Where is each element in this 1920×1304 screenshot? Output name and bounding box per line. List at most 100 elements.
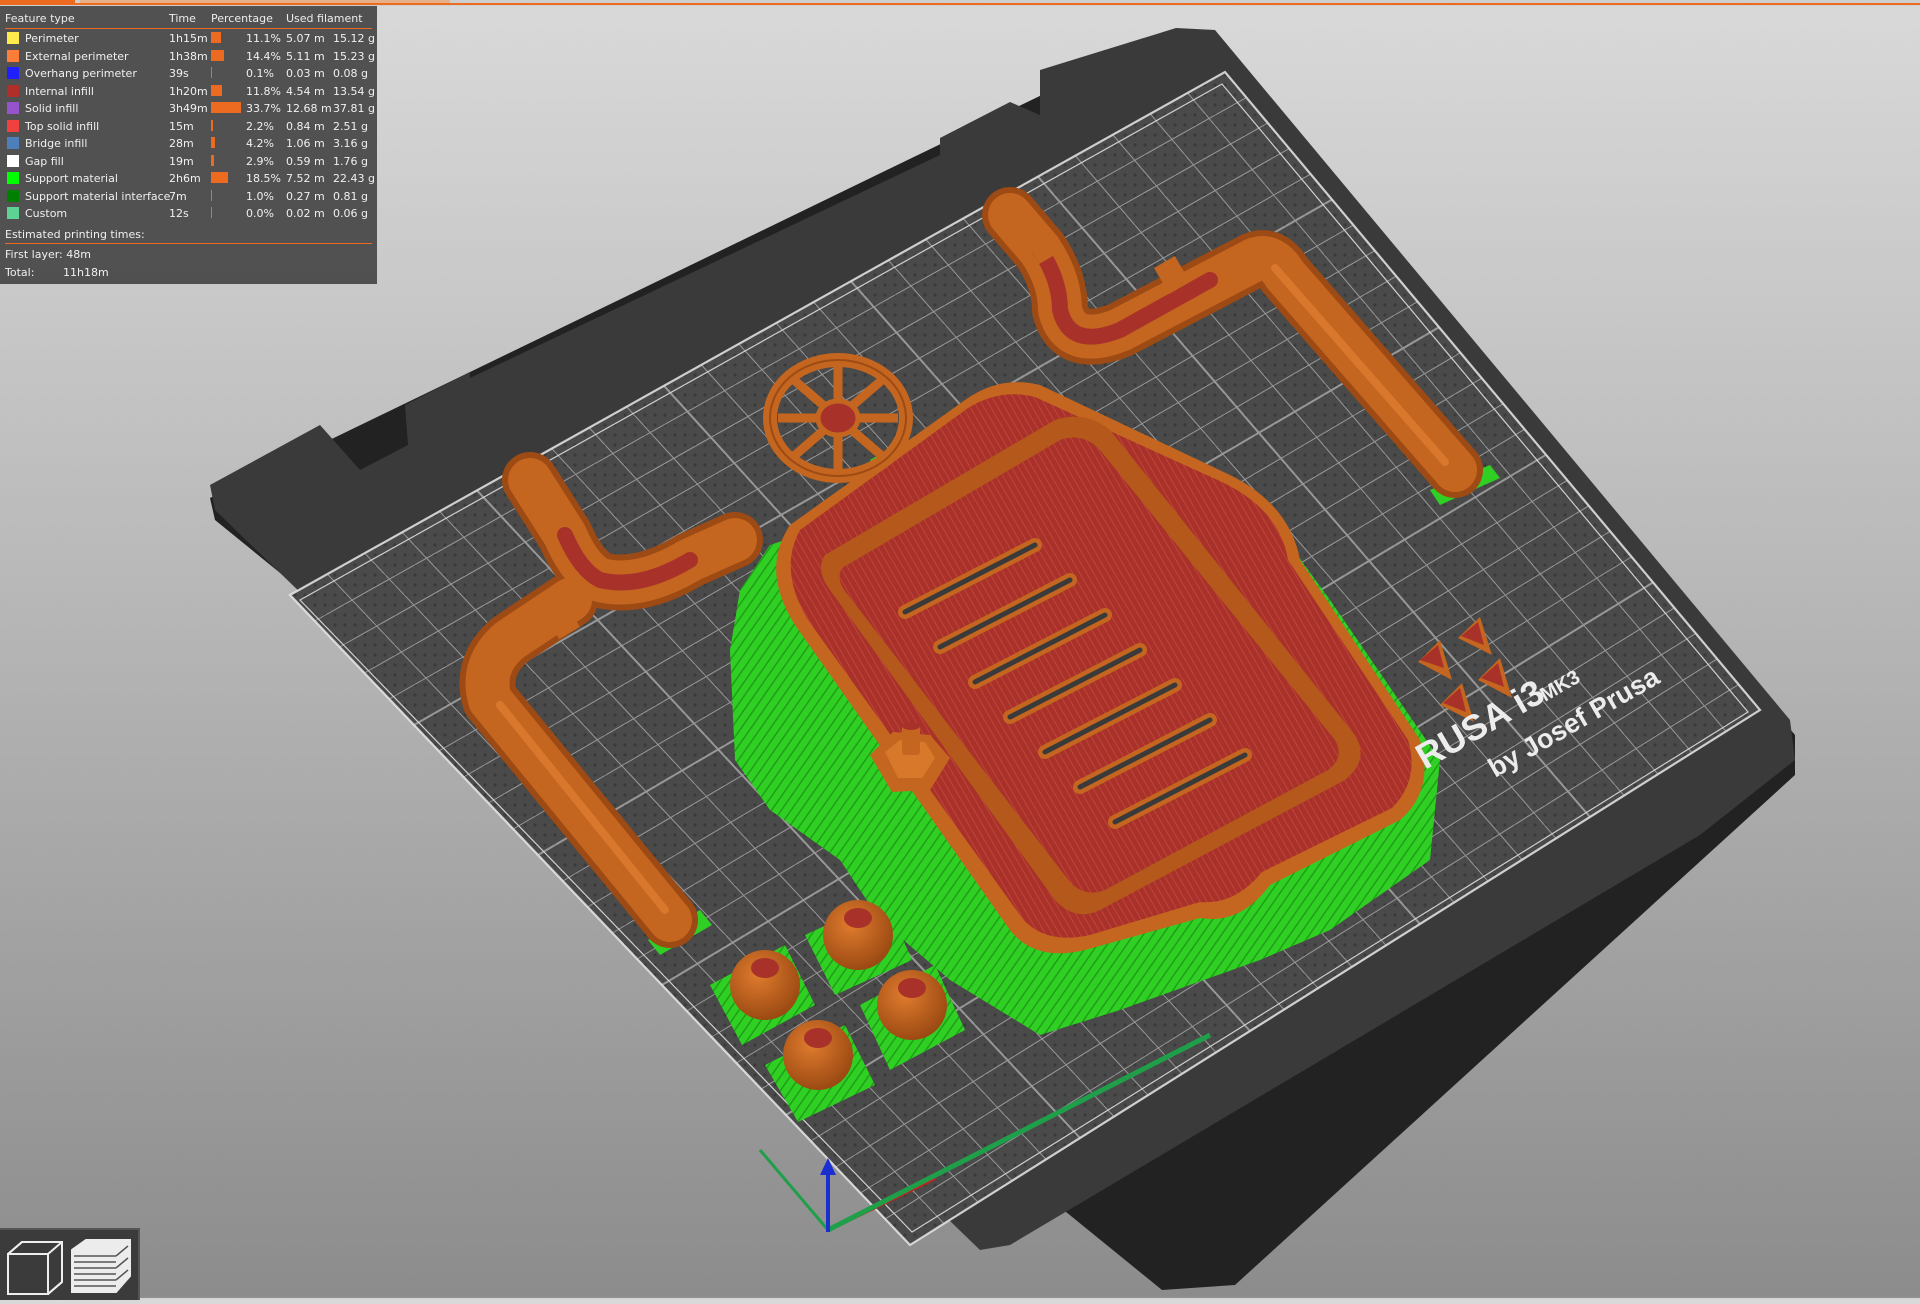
feature-length: 5.07 m bbox=[286, 32, 325, 45]
feature-weight: 0.06 g bbox=[333, 207, 368, 220]
feature-percentage: 33.7% bbox=[246, 102, 281, 115]
feature-length: 0.02 m bbox=[286, 207, 325, 220]
estimated-times-label: Estimated printing times: bbox=[5, 228, 145, 241]
feature-color-swatch bbox=[7, 32, 19, 44]
legend-row[interactable]: Internal infill 1h20m 11.8% 4.54 m 13.54 g bbox=[0, 84, 377, 102]
feature-length: 0.59 m bbox=[286, 154, 325, 168]
first-layer-label: First layer: bbox=[5, 248, 63, 261]
feature-percentage: 4.2% bbox=[246, 137, 274, 150]
feature-time: 1h15m bbox=[169, 32, 208, 45]
feature-length: 5.11 m bbox=[286, 49, 325, 63]
feature-percentage-bar bbox=[211, 172, 228, 183]
view-toolbar bbox=[0, 1228, 140, 1300]
feature-percentage-bar bbox=[211, 67, 212, 78]
feature-color-swatch bbox=[7, 102, 19, 114]
feature-label: Gap fill bbox=[25, 154, 64, 168]
feature-weight: 13.54 g bbox=[333, 84, 375, 98]
feature-percentage: 14.4% bbox=[246, 49, 281, 63]
col-percentage: Percentage bbox=[211, 12, 273, 25]
feature-weight: 15.12 g bbox=[333, 32, 375, 45]
sphere-3 bbox=[877, 970, 947, 1040]
sphere-2 bbox=[823, 900, 893, 970]
feature-percentage: 2.2% bbox=[246, 119, 274, 133]
legend-header-divider bbox=[5, 28, 372, 29]
feature-color-swatch bbox=[7, 67, 19, 79]
feature-length: 12.68 m bbox=[286, 102, 332, 115]
col-used-filament: Used filament bbox=[286, 12, 363, 25]
first-layer-value: 48m bbox=[66, 248, 91, 261]
feature-weight: 0.08 g bbox=[333, 67, 368, 80]
feature-time: 39s bbox=[169, 67, 189, 80]
feature-color-swatch bbox=[7, 137, 19, 149]
feature-label: Support material interface bbox=[25, 189, 171, 203]
legend-row[interactable]: Bridge infill 28m 4.2% 1.06 m 3.16 g bbox=[0, 136, 377, 154]
feature-color-swatch bbox=[7, 154, 19, 167]
feature-label: Perimeter bbox=[25, 32, 79, 45]
legend-row[interactable]: Top solid infill 15m 2.2% 0.84 m 2.51 g bbox=[0, 119, 377, 137]
feature-percentage-bar bbox=[211, 49, 224, 61]
feature-time: 1h38m bbox=[169, 49, 208, 63]
col-feature-type: Feature type bbox=[5, 12, 75, 25]
feature-color-swatch bbox=[7, 49, 19, 62]
legend-row[interactable]: Overhang perimeter 39s 0.1% 0.03 m 0.08 g bbox=[0, 66, 377, 84]
feature-time: 3h49m bbox=[169, 102, 208, 115]
feature-time: 19m bbox=[169, 154, 194, 168]
feature-label: Internal infill bbox=[25, 84, 94, 98]
legend-row[interactable]: Gap fill 19m 2.9% 0.59 m 1.76 g bbox=[0, 154, 377, 172]
col-time: Time bbox=[169, 12, 196, 25]
legend-row[interactable]: Perimeter 1h15m 11.1% 5.07 m 15.12 g bbox=[0, 31, 377, 49]
feature-percentage: 11.1% bbox=[246, 32, 281, 45]
feature-percentage-bar bbox=[211, 102, 241, 113]
feature-time: 12s bbox=[169, 207, 189, 220]
feature-percentage: 18.5% bbox=[246, 172, 281, 185]
feature-percentage-bar bbox=[211, 189, 212, 201]
feature-weight: 15.23 g bbox=[333, 49, 375, 63]
feature-percentage-bar bbox=[211, 207, 212, 218]
feature-label: Overhang perimeter bbox=[25, 67, 137, 80]
feature-percentage: 1.0% bbox=[246, 189, 274, 203]
feature-weight: 2.51 g bbox=[333, 119, 368, 133]
feature-percentage-bar bbox=[211, 84, 222, 96]
total-label: Total: bbox=[5, 266, 35, 279]
feature-time: 2h6m bbox=[169, 172, 201, 185]
legend-row[interactable]: External perimeter 1h38m 14.4% 5.11 m 15.23 … bbox=[0, 49, 377, 67]
first-layer-time: First layer: 48m bbox=[5, 248, 91, 261]
feature-label: External perimeter bbox=[25, 49, 129, 63]
feature-label: Top solid infill bbox=[25, 119, 100, 133]
feature-length: 0.03 m bbox=[286, 67, 325, 80]
feature-length: 4.54 m bbox=[286, 84, 325, 98]
legend-row[interactable]: Solid infill 3h49m 33.7% 12.68 m 37.81 g bbox=[0, 101, 377, 119]
legend-footer-divider bbox=[5, 243, 372, 244]
feature-weight: 37.81 g bbox=[333, 102, 375, 115]
legend-rows: Perimeter 1h15m 11.1% 5.07 m 15.12 g External… bbox=[0, 31, 377, 224]
feature-length: 0.84 m bbox=[286, 119, 325, 133]
legend-row[interactable]: Custom 12s 0.0% 0.02 m 0.06 g bbox=[0, 206, 377, 224]
sphere-1 bbox=[730, 950, 800, 1020]
feature-percentage-bar bbox=[211, 32, 221, 43]
feature-color-swatch bbox=[7, 84, 19, 97]
feature-length: 1.06 m bbox=[286, 137, 325, 150]
feature-color-swatch bbox=[7, 189, 19, 202]
legend-header: Feature type Time Percentage Used filame… bbox=[5, 12, 372, 28]
feature-weight: 22.43 g bbox=[333, 172, 375, 185]
feature-weight: 3.16 g bbox=[333, 137, 368, 150]
total-value: 11h18m bbox=[63, 266, 109, 279]
feature-color-swatch bbox=[7, 172, 19, 184]
layers-icon[interactable] bbox=[71, 1239, 131, 1293]
y-axis-neg bbox=[758, 1149, 830, 1231]
feature-length: 7.52 m bbox=[286, 172, 325, 185]
feature-percentage: 11.8% bbox=[246, 84, 281, 98]
feature-percentage-bar bbox=[211, 137, 215, 148]
legend-row[interactable]: Support material interface 7m 1.0% 0.27 m 0.… bbox=[0, 189, 377, 207]
feature-label: Solid infill bbox=[25, 102, 79, 115]
feature-percentage: 0.0% bbox=[246, 207, 274, 220]
feature-percentage-bar bbox=[211, 154, 214, 166]
legend-row[interactable]: Support material 2h6m 18.5% 7.52 m 22.43 g bbox=[0, 171, 377, 189]
feature-weight: 1.76 g bbox=[333, 154, 368, 168]
feature-percentage: 2.9% bbox=[246, 154, 274, 168]
feature-label: Custom bbox=[25, 207, 68, 220]
iso-cube-icon[interactable] bbox=[7, 1241, 63, 1295]
feature-percentage: 0.1% bbox=[246, 67, 274, 80]
feature-label: Bridge infill bbox=[25, 137, 88, 150]
feature-length: 0.27 m bbox=[286, 189, 325, 203]
